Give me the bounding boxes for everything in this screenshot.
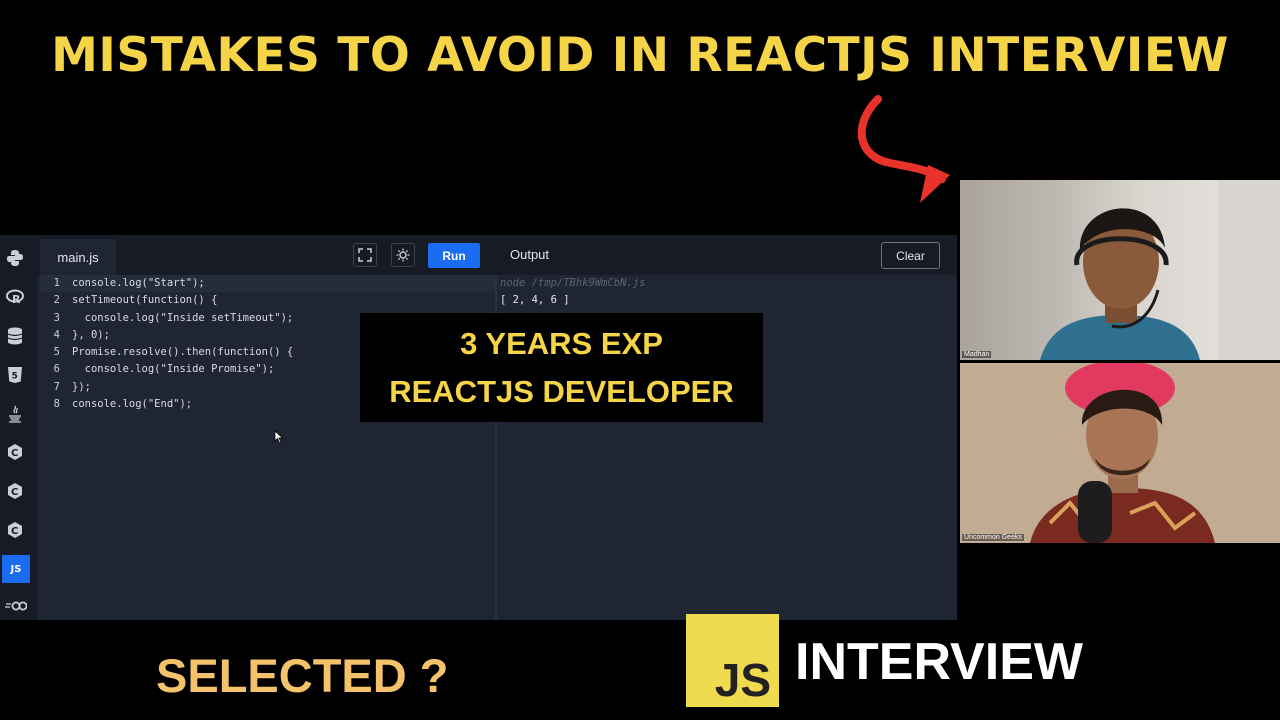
code-text: console.log("Inside Promise"); [72,363,275,376]
mouse-cursor-icon [274,430,284,444]
r-icon[interactable]: R [4,286,26,308]
curved-arrow-icon [857,95,950,203]
output-title: Output [510,247,550,262]
experience-overlay: 3 YEARS EXP REACTJS DEVELOPER [360,313,763,422]
code-text: console.log("Start"); [72,277,205,289]
code-text: }, 0); [72,328,110,341]
c-icon[interactable]: C [4,441,26,463]
go-icon[interactable] [3,595,29,617]
interview-text: INTERVIEW [795,633,1083,691]
person-silhouette-icon [1040,180,1280,360]
svg-text:C: C [11,487,18,498]
code-line: 2 setTimeout(function() { [53,294,218,307]
selected-question-text: SELECTED ? [156,649,449,702]
svg-text:R: R [12,293,21,306]
java-icon[interactable] [4,403,26,425]
language-sidebar: R 5 C C C JS [0,235,37,620]
participant-name: Uncommon Geeks [962,534,1024,541]
output-panel: node /tmp/TBhk9WmCbN.js [ 2, 4, 6 ] [500,275,645,309]
js-logo-text: JS [714,654,771,706]
cpp-icon[interactable]: C [4,480,26,502]
html5-icon[interactable]: 5 [4,364,26,386]
fullscreen-icon[interactable] [353,243,377,267]
headline-title: MISTAKES TO AVOID IN REACTJS INTERVIEW [51,28,1229,83]
svg-text:C: C [11,448,18,459]
code-text: console.log("End"); [72,398,193,411]
editor-toolbar: main.js Run Output Clear [37,235,957,275]
output-command: node /tmp/TBhk9WmCbN.js [500,277,646,289]
participant-name: Madhan [962,351,992,358]
theme-toggle-icon[interactable] [391,243,415,267]
code-line: 1 console.log("Start"); [40,275,495,293]
svg-text:5: 5 [12,372,18,382]
database-icon[interactable] [4,325,26,347]
code-editor-window: R 5 C C C JS main.js Run Output Clear 1 … [0,235,957,620]
overlay-line-2: REACTJS DEVELOPER [389,374,734,409]
code-text: console.log("Inside setTimeout"); [72,311,294,324]
code-text: setTimeout(function() { [72,294,218,307]
run-button[interactable]: Run [428,243,480,268]
code-text: }); [72,380,91,393]
clear-button[interactable]: Clear [881,242,940,269]
javascript-language-button[interactable]: JS [2,555,30,583]
javascript-logo: JS [686,614,779,707]
python-icon[interactable] [4,247,26,269]
code-text: Promise.resolve().then(function() { [72,346,294,359]
tab-main-js[interactable]: main.js [40,239,116,275]
svg-text:C: C [11,526,18,537]
participant-video-madhan: Madhan [960,180,1280,360]
csharp-icon[interactable]: C [4,519,26,541]
output-result: [ 2, 4, 6 ] [500,294,570,306]
participant-video-uncommon-geeks: Uncommon Geeks [960,363,1280,543]
person-silhouette-icon [960,363,1280,543]
overlay-line-1: 3 YEARS EXP [460,326,663,361]
